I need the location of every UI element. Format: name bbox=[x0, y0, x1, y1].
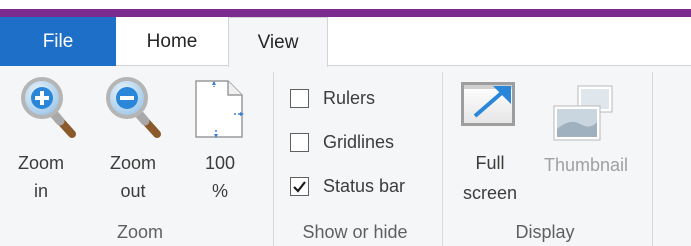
rulers-label: Rulers bbox=[323, 87, 376, 108]
magnifier-plus-icon bbox=[21, 77, 76, 138]
status-bar-checkbox-box[interactable] bbox=[290, 176, 309, 196]
zoom-group-label: Zoom bbox=[116, 221, 163, 242]
full-screen-label-line1: Full bbox=[475, 153, 505, 173]
magnifier-minus-icon bbox=[106, 77, 161, 138]
tab-view[interactable]: View bbox=[228, 17, 328, 67]
thumbnail-label: Thumbnail bbox=[543, 155, 629, 175]
page-actual-size-icon bbox=[195, 80, 244, 138]
rulers-checkbox-box[interactable] bbox=[290, 88, 309, 108]
check-icon bbox=[293, 180, 306, 193]
title-area bbox=[0, 0, 691, 9]
full-screen-label-line2: screen bbox=[462, 183, 518, 203]
tab-home[interactable]: Home bbox=[116, 17, 228, 66]
status-bar-checkbox[interactable]: Status bar bbox=[290, 173, 405, 199]
rulers-checkbox[interactable]: Rulers bbox=[290, 85, 375, 111]
display-group-label: Display bbox=[515, 221, 575, 242]
zoom-out-label-line1: Zoom bbox=[109, 153, 156, 173]
actual-size-label-line2: % bbox=[211, 181, 228, 201]
status-bar-label: Status bar bbox=[323, 175, 406, 196]
zoom-out-label-line2: out bbox=[120, 181, 146, 201]
ribbon-panel: Zoom in Zoom out 100 % Zoom Rulers Gridl… bbox=[0, 66, 691, 246]
gridlines-checkbox-box[interactable] bbox=[290, 132, 309, 152]
group-separator bbox=[442, 72, 443, 246]
gridlines-checkbox[interactable]: Gridlines bbox=[290, 129, 394, 155]
group-separator bbox=[273, 72, 274, 246]
group-separator bbox=[652, 72, 653, 246]
tab-file[interactable]: File bbox=[0, 17, 116, 66]
accent-bar bbox=[0, 9, 691, 17]
full-screen-icon bbox=[461, 82, 515, 126]
zoom-in-label-line2: in bbox=[33, 181, 48, 201]
show-or-hide-group-label: Show or hide bbox=[302, 221, 408, 242]
zoom-in-label-line1: Zoom bbox=[18, 153, 65, 173]
actual-size-label-line1: 100 bbox=[204, 153, 236, 173]
gridlines-label: Gridlines bbox=[323, 131, 395, 152]
thumbnail-icon bbox=[553, 85, 613, 141]
paint-ribbon-window: File Home View Zoom in Zoom out 100 % Zo… bbox=[0, 0, 691, 246]
